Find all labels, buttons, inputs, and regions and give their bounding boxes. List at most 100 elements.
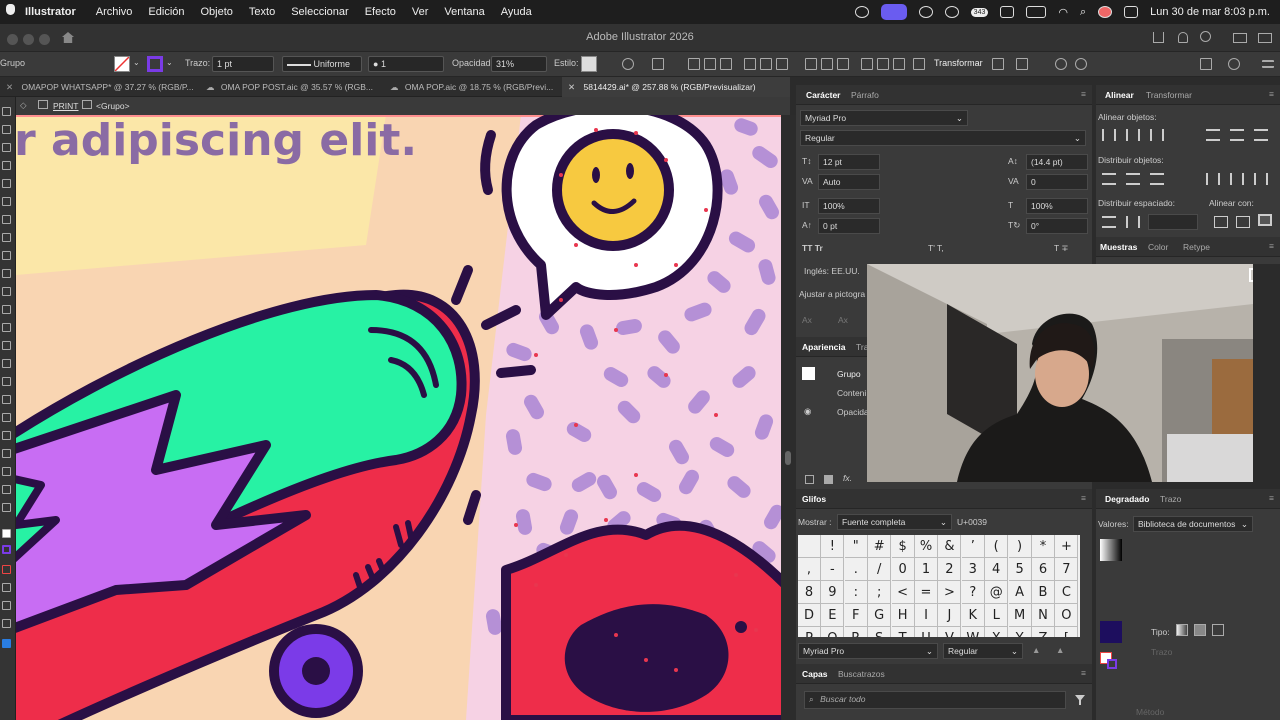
menu-seleccionar[interactable]: Seleccionar xyxy=(291,6,348,18)
eyedropper-tool-icon[interactable] xyxy=(2,413,11,422)
glyph-cell[interactable]: S xyxy=(868,627,892,637)
align-to-key-object-icon[interactable] xyxy=(1236,216,1250,228)
line-tool-icon[interactable] xyxy=(2,215,11,224)
align-bottom-icon[interactable] xyxy=(776,58,788,70)
glyph-cell[interactable]: ) xyxy=(1008,535,1032,558)
siri-icon[interactable] xyxy=(1098,6,1113,18)
glyph-cell[interactable]: P xyxy=(798,627,821,637)
direct-selection-tool-icon[interactable] xyxy=(2,125,11,134)
vertical-distribute-center-icon[interactable] xyxy=(1126,173,1140,185)
panel-menu-icon[interactable]: ≡ xyxy=(1269,89,1274,99)
font-family-field[interactable]: Myriad Pro ⌄ xyxy=(800,110,968,126)
glyph-cell[interactable]: @ xyxy=(985,581,1009,604)
align-center-icon[interactable] xyxy=(704,58,716,70)
tab-pathfinder[interactable]: Buscatrazos xyxy=(838,669,885,679)
glyph-cell[interactable]: J xyxy=(938,604,962,627)
panel-menu-icon[interactable]: ≡ xyxy=(1269,241,1274,251)
glyph-cell[interactable]: T xyxy=(892,627,915,637)
leading-field[interactable]: (14.4 pt) xyxy=(1026,154,1088,170)
zoom-in-glyphs-icon[interactable]: ▲ xyxy=(1056,645,1064,655)
horizontal-align-right-icon[interactable] xyxy=(1150,129,1164,141)
swap-colors-icon[interactable] xyxy=(2,565,11,574)
align-right-icon[interactable] xyxy=(720,58,732,70)
controls-icon[interactable] xyxy=(1000,6,1015,18)
glyph-cell[interactable]: O xyxy=(1055,604,1079,627)
horizontal-distribute-center-icon[interactable] xyxy=(1230,173,1244,185)
eraser-tool-icon[interactable] xyxy=(2,287,11,296)
add-stroke-icon[interactable] xyxy=(805,475,814,484)
tab-retype[interactable]: Retype xyxy=(1183,242,1210,252)
brush-tool-icon[interactable] xyxy=(2,251,11,260)
apple-icon[interactable] xyxy=(6,4,15,15)
glyph-cell[interactable]: * xyxy=(1032,535,1055,558)
glyph-cell[interactable]: ( xyxy=(985,535,1009,558)
all-caps-button[interactable]: TT Tr xyxy=(802,243,823,253)
horizontal-align-left-icon[interactable] xyxy=(1102,129,1116,141)
discover-icon[interactable] xyxy=(1178,32,1188,43)
glyph-cell[interactable]: V xyxy=(938,627,962,637)
snap-xheight-icon[interactable]: Ax xyxy=(838,315,848,325)
stroke-profile-field[interactable]: Uniforme xyxy=(282,56,362,72)
artboard-canvas[interactable]: r adipiscing elit. xyxy=(16,115,781,720)
magic-wand-tool-icon[interactable] xyxy=(2,143,11,152)
glyph-cell[interactable]: & xyxy=(938,535,962,558)
creative-cloud-icon[interactable] xyxy=(854,6,869,18)
glyph-cell[interactable]: D xyxy=(798,604,821,627)
glyph-cell[interactable]: Q xyxy=(821,627,845,637)
glyph-cell[interactable]: 8 xyxy=(798,581,821,604)
glyph-cell[interactable]: G xyxy=(868,604,892,627)
glyph-cell[interactable]: B xyxy=(1032,581,1055,604)
rotate-tool-icon[interactable] xyxy=(2,305,11,314)
notification-badge[interactable]: 343 xyxy=(970,7,989,17)
glyph-cell[interactable]: : xyxy=(844,581,868,604)
brush-field[interactable]: ● 1 xyxy=(368,56,444,72)
workspace-icon[interactable] xyxy=(1233,33,1247,43)
language-label[interactable]: Inglés: EE.UU. xyxy=(804,266,860,276)
glyph-cell[interactable]: $ xyxy=(891,535,915,558)
menu-ayuda[interactable]: Ayuda xyxy=(501,6,532,18)
align-to-artboard-icon[interactable] xyxy=(1258,214,1272,226)
glyph-cell[interactable]: X xyxy=(985,627,1009,637)
panel-menu-icon[interactable]: ≡ xyxy=(1081,668,1086,678)
linear-gradient-icon[interactable] xyxy=(1176,624,1188,636)
glyph-cell[interactable]: L xyxy=(985,604,1009,627)
recolor-icon[interactable] xyxy=(622,58,634,70)
radial-gradient-icon[interactable] xyxy=(1194,624,1206,636)
vertical-distribute-bottom-icon[interactable] xyxy=(1150,173,1164,185)
vertical-align-top-icon[interactable] xyxy=(1206,129,1220,141)
horizontal-align-center-icon[interactable] xyxy=(1126,129,1140,141)
glyph-cell[interactable]: A xyxy=(1008,581,1032,604)
transform-button[interactable]: Transformar xyxy=(934,58,983,68)
screen-mode-icon[interactable] xyxy=(2,601,11,610)
wifi-icon[interactable]: ◠ xyxy=(1058,6,1068,19)
glyph-cell[interactable]: E xyxy=(821,604,845,627)
align-top-icon[interactable] xyxy=(744,58,756,70)
glyph-cell[interactable] xyxy=(798,535,821,558)
stroke-indicator-icon[interactable] xyxy=(2,545,11,554)
glyph-cell[interactable]: = xyxy=(915,581,938,604)
fill-dropdown-icon[interactable]: ⌄ xyxy=(133,58,140,67)
transform-grid-icon[interactable] xyxy=(992,58,1004,70)
lasso-icon[interactable] xyxy=(1228,58,1240,70)
style-swatch[interactable] xyxy=(581,56,597,72)
align-to-icon[interactable] xyxy=(913,58,925,70)
horizontal-distribute-left-icon[interactable] xyxy=(1206,173,1220,185)
control-center-icon[interactable] xyxy=(1124,6,1139,18)
appearance-content-label[interactable]: Conteni xyxy=(837,388,866,398)
add-fill-icon[interactable] xyxy=(824,475,833,484)
control-menu-icon[interactable] xyxy=(1262,60,1274,68)
back-arrow-icon[interactable]: ◇ xyxy=(20,100,27,111)
glyph-cell[interactable]: 9 xyxy=(821,581,845,604)
align-grid-icon[interactable] xyxy=(652,58,664,70)
glyph-cell[interactable]: ; xyxy=(868,581,892,604)
distribute-top-icon[interactable] xyxy=(805,58,817,70)
rectangle-tool-icon[interactable] xyxy=(2,233,11,242)
canvas-scrollbar[interactable] xyxy=(781,115,796,720)
tab-oma-pop[interactable]: ☁ OMA POP.aic @ 18.75 % (RGB/Previ... xyxy=(384,77,559,97)
vertical-distribute-space-icon[interactable] xyxy=(1102,216,1116,228)
tab-swatches[interactable]: Muestras xyxy=(1100,242,1137,252)
distribute-bottom-icon[interactable] xyxy=(837,58,849,70)
snap-baseline-icon[interactable]: Ax xyxy=(802,315,812,325)
glyph-cell[interactable]: 7 xyxy=(1055,558,1079,581)
artwork[interactable]: r adipiscing elit. xyxy=(16,115,781,720)
